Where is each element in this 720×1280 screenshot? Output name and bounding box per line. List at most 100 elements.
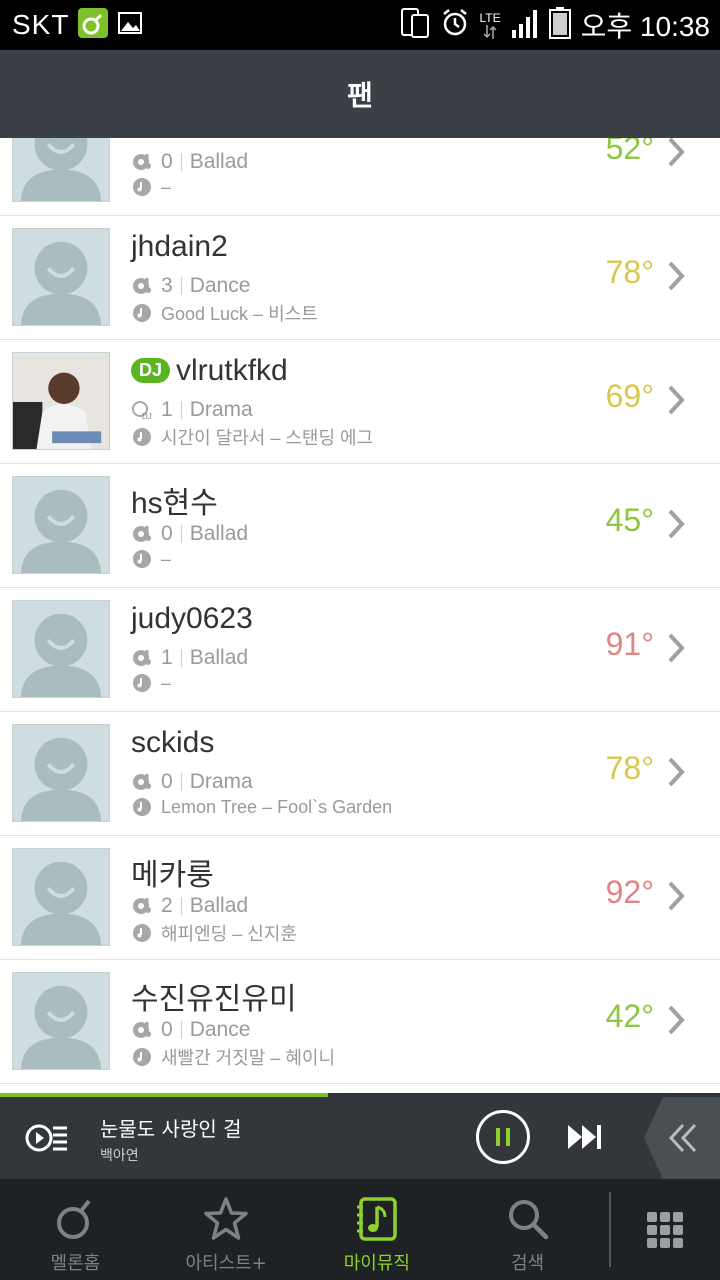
playlist-icon [131,771,153,793]
playlist-icon [131,895,153,917]
separator [180,773,182,791]
nav-my-music[interactable]: 마이뮤직 [301,1179,452,1280]
music-note-icon [356,1197,397,1241]
default-avatar-icon[interactable] [12,228,110,326]
alarm-icon [440,8,470,42]
genre-label: Ballad [189,894,249,917]
playback-progress [0,1093,328,1097]
fan-row[interactable]: judy0623 1 Ballad – 91° [0,588,720,712]
chevron-right-icon[interactable] [666,632,686,664]
status-bar: SKT LTE 오후 10:38 [0,0,720,50]
nav-search[interactable]: 검색 [452,1179,603,1280]
mini-player[interactable]: 눈물도 사랑인 걸 백아연 [0,1093,720,1179]
fan-name-text: hs현수 [131,487,218,520]
fan-row[interactable]: 0 Ballad – 52° [0,138,720,216]
default-avatar-icon[interactable] [12,724,110,822]
fan-playlist-info: 3 Dance [131,274,250,298]
fan-playlist-info: 0 Dance [131,1018,250,1042]
fan-name: jhdain2 [131,230,228,264]
fan-row[interactable]: sckids 0 Drama Lemon Tree – Fool`s Garden 78… [0,712,720,836]
song-icon [131,302,153,324]
fan-playlist-info: 1 Ballad [131,646,248,670]
chevron-right-icon[interactable] [666,384,686,416]
playlist-count: 0 [161,1018,173,1041]
chevron-right-icon[interactable] [666,756,686,788]
music-temperature: 78° [605,750,654,786]
chevron-right-icon[interactable] [666,508,686,540]
nav-melon-home[interactable]: 멜론홈 [0,1179,151,1280]
default-avatar-icon[interactable] [12,848,110,946]
melon-icon [57,1199,91,1239]
collapse-player-button[interactable] [644,1097,720,1179]
recent-song-text: Lemon Tree – Fool`s Garden [161,796,393,817]
fan-name-text: jhdain2 [131,230,228,263]
default-avatar-icon[interactable] [12,476,110,574]
fan-row[interactable]: 메카룽 2 Ballad 해피엔딩 – 신지훈 92° [0,836,720,960]
next-track-button[interactable] [566,1121,606,1153]
playlist-count: 0 [161,522,173,545]
dj-badge: DJ [131,358,171,383]
clock: 오후 10:38 [580,11,710,42]
grid-menu-icon [647,1211,684,1248]
recent-song-text: – [161,548,172,569]
music-temperature: 69° [605,378,654,414]
fan-row[interactable]: 수진유진유미 0 Dance 새빨간 거짓말 – 혜이니 42° [0,960,720,1084]
fan-name: sckids [131,726,214,760]
fan-name-text: sckids [131,726,215,759]
chevron-right-icon[interactable] [666,1004,686,1036]
default-avatar-icon[interactable] [12,138,110,202]
dj-playlist-icon: DJ [131,399,153,421]
playlist-icon [131,1019,153,1041]
music-temperature: 42° [605,998,654,1034]
fan-row[interactable]: hs현수 0 Ballad – 45° [0,464,720,588]
profile-photo[interactable] [12,352,110,450]
playlist-icon[interactable] [12,1103,82,1173]
fan-recent-song: 시간이 달라서 – 스탠딩 에그 [131,424,373,450]
fan-name: 메카룽 [131,850,214,894]
fan-row[interactable]: DJ vlrutkfkd DJ 1 Drama 시간이 달라서 – 스탠딩 에그 69° [0,340,720,464]
fan-list[interactable]: 0 Ballad –52° jhdain2 3 Dance Good Luck – 비스트 7… [0,138,720,1093]
menu-grid-button[interactable] [611,1179,720,1280]
now-playing-title[interactable]: 눈물도 사랑인 걸 [100,1113,242,1142]
page-header: 팬 [0,50,720,138]
battery-icon [548,7,571,43]
chevron-right-icon[interactable] [666,260,686,292]
star-icon [204,1197,248,1240]
fan-row[interactable]: jhdain2 3 Dance Good Luck – 비스트 78° [0,216,720,340]
fan-name: 수진유진유미 [131,974,297,1018]
image-status-icon [117,10,143,40]
default-avatar-icon[interactable] [12,972,110,1070]
separator [180,525,182,543]
nav-artist-plus[interactable]: 아티스트+ [151,1179,302,1280]
genre-label: Ballad [189,150,249,173]
chevron-right-icon[interactable] [666,880,686,912]
fan-playlist-info: 0 Ballad [131,522,248,546]
music-temperature: 78° [605,254,654,290]
fan-name-text: vlrutkfkd [176,354,288,387]
fan-recent-song: – [131,672,171,694]
separator [180,277,182,295]
search-icon [508,1200,548,1240]
network-type-label: LTE [479,11,501,25]
recent-song-text: – [161,672,172,693]
genre-label: Drama [189,770,253,793]
fan-playlist-info: DJ 1 Drama [131,398,253,422]
separator [180,1021,182,1039]
fan-recent-song: – [131,548,171,570]
pause-button[interactable] [476,1110,530,1164]
default-avatar-icon[interactable] [12,600,110,698]
recent-song-text: 새빨간 거짓말 – 혜이니 [161,1048,336,1068]
fan-recent-song: Lemon Tree – Fool`s Garden [131,796,392,818]
song-icon [131,548,153,570]
nav-label: 마이뮤직 [343,1253,410,1274]
playlist-icon [131,151,153,173]
fan-name: DJ vlrutkfkd [131,354,288,388]
song-icon [131,922,153,944]
song-icon [131,176,153,198]
recent-song-text: – [161,176,172,197]
chevron-right-icon[interactable] [666,138,686,168]
playlist-count: 2 [161,894,173,917]
fan-row[interactable]: 0Ballad91° [0,1084,720,1093]
separator [180,897,182,915]
fan-name-text: judy0623 [131,602,253,635]
